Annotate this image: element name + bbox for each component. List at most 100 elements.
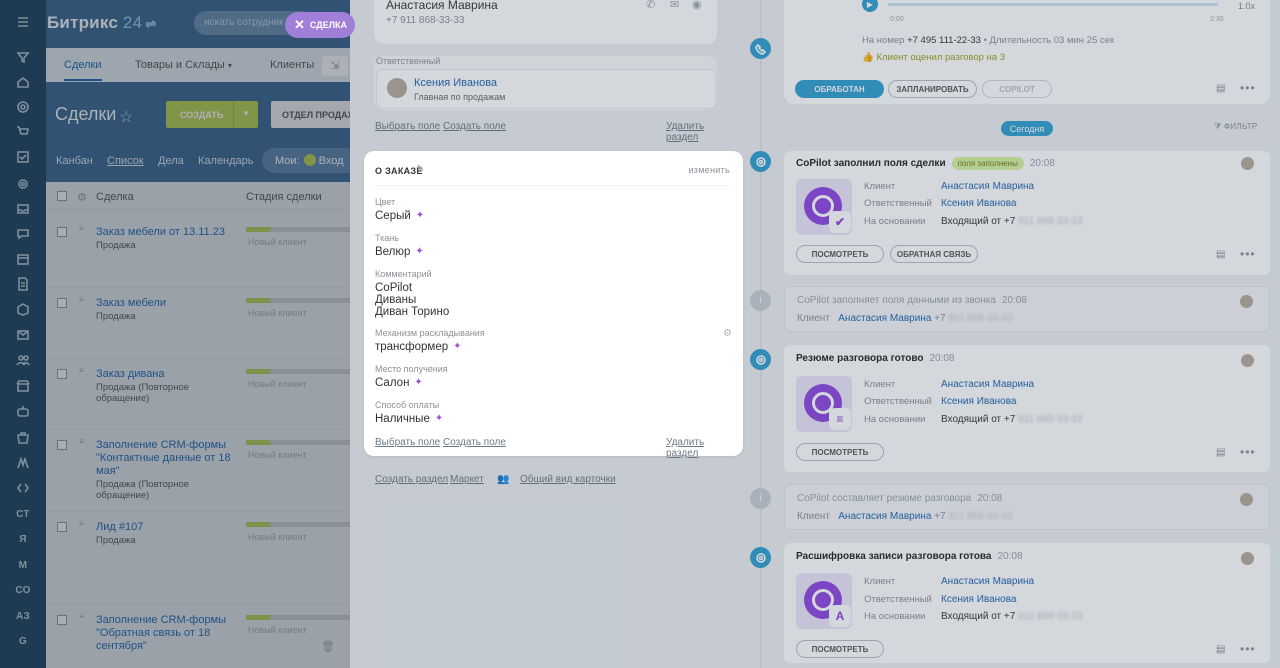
basis-value[interactable]: Входящий от +7 911 868-33-33: [941, 216, 1082, 227]
m-icon[interactable]: [0, 453, 46, 473]
my-filter[interactable]: Мои: Вход: [262, 148, 350, 173]
rail-item-st[interactable]: СТ: [0, 504, 46, 524]
delete-section-link[interactable]: Удалить раздел: [666, 437, 730, 459]
more-icon[interactable]: •••: [1240, 81, 1256, 95]
menu-icon[interactable]: [0, 12, 46, 32]
stage-bar[interactable]: [246, 440, 350, 445]
deal-title[interactable]: Заполнение CRM-формы "Обратная связь от …: [96, 614, 226, 652]
col-deal[interactable]: Сделка: [96, 191, 134, 203]
gear-icon[interactable]: [0, 174, 46, 194]
deal-title[interactable]: Лид #107: [96, 521, 143, 533]
table-row[interactable]: ≡ Заказ дивана Продажа (Повторное обращени…: [46, 359, 350, 430]
users-icon[interactable]: [0, 350, 46, 370]
table-row[interactable]: ≡ Заказ мебели от 13.11.23 Продажа Новый кл…: [46, 217, 350, 288]
market-link[interactable]: Маркет: [450, 474, 484, 485]
note-icon[interactable]: ▤: [1216, 644, 1225, 655]
select-field-link[interactable]: Выбрать поле: [375, 121, 440, 132]
deal-title[interactable]: Заказ мебели: [96, 297, 166, 309]
speed-toggle[interactable]: 1.0x: [1238, 1, 1255, 11]
view-button[interactable]: ПОСМОТРЕТЬ: [796, 640, 884, 658]
more-icon[interactable]: •••: [1240, 642, 1256, 656]
note-icon[interactable]: ▤: [1216, 83, 1225, 94]
cart-icon[interactable]: [0, 122, 46, 142]
nav-deals[interactable]: Сделки: [64, 59, 102, 81]
row-menu-icon[interactable]: ≡: [79, 613, 88, 624]
rail-item-ya[interactable]: Я: [0, 529, 46, 549]
rail-item-so[interactable]: СО: [0, 580, 46, 600]
deal-title[interactable]: Заказ мебели от 13.11.23: [96, 226, 225, 238]
row-menu-icon[interactable]: ≡: [79, 225, 88, 236]
code-icon[interactable]: [0, 478, 46, 498]
view-button[interactable]: ПОСМОТРЕТЬ: [796, 443, 884, 461]
col-stage[interactable]: Стадия сделки: [246, 191, 322, 203]
feedback-button[interactable]: ОБРАТНАЯ СВЯЗЬ: [890, 245, 978, 263]
table-row[interactable]: ≡ Заказ мебели Продажа Новый клиент: [46, 288, 350, 359]
avatar[interactable]: [387, 78, 407, 98]
play-button[interactable]: ▶: [862, 0, 878, 12]
responsible-name[interactable]: Ксения Иванова: [414, 77, 497, 89]
processed-button[interactable]: ОБРАБОТАН: [795, 80, 884, 98]
create-section-link[interactable]: Создать раздел: [375, 474, 448, 485]
view-activities[interactable]: Дела: [158, 155, 184, 167]
gear-icon[interactable]: ⚙: [723, 328, 732, 339]
view-button[interactable]: ПОСМОТРЕТЬ: [796, 245, 884, 263]
create-field-link[interactable]: Создать поле: [443, 437, 506, 448]
home-icon[interactable]: [0, 72, 46, 92]
field-payment[interactable]: Способ оплаты Наличные ✦: [375, 400, 443, 425]
pencil-icon[interactable]: ✎: [416, 164, 424, 175]
dropdown-arrow-icon[interactable]: ▼: [242, 109, 250, 118]
rail-item-az[interactable]: АЗ: [0, 606, 46, 626]
plan-button[interactable]: ЗАПЛАНИРОВАТЬ: [888, 80, 977, 98]
deal-title[interactable]: Заказ дивана: [96, 368, 165, 380]
client-link[interactable]: Анастасия Маврина: [941, 379, 1034, 390]
responsible-link[interactable]: Ксения Иванова: [941, 594, 1016, 605]
contact-phone[interactable]: +7 911 868-33-33: [386, 15, 465, 26]
note-icon[interactable]: ▤: [1216, 249, 1225, 260]
row-checkbox[interactable]: [57, 227, 67, 237]
field-pickup[interactable]: Место получения Салон ✦: [375, 364, 448, 389]
stage-bar[interactable]: [246, 227, 350, 232]
client-link[interactable]: Анастасия Маврина: [941, 576, 1034, 587]
select-all-checkbox[interactable]: [57, 191, 67, 201]
avatar[interactable]: [1240, 295, 1253, 308]
close-slider-button[interactable]: ✕ СДЕЛКА: [285, 12, 355, 38]
nav-clients[interactable]: Клиенты: [270, 59, 314, 71]
row-menu-icon[interactable]: ≡: [79, 367, 88, 378]
row-menu-icon[interactable]: ≡: [79, 520, 88, 531]
filter-icon[interactable]: [0, 47, 46, 67]
trash-icon[interactable]: 🗑: [321, 640, 335, 653]
contact-name[interactable]: Анастасия Маврина: [386, 0, 498, 12]
store-icon[interactable]: [0, 376, 46, 396]
sales-dept-button[interactable]: ОТДЕЛ ПРОДАЖ: [271, 101, 350, 128]
delete-section-link[interactable]: Удалить раздел: [666, 121, 730, 143]
nav-goods[interactable]: Товары и Склады ▾: [135, 59, 232, 71]
avatar[interactable]: [1241, 552, 1254, 565]
stage-bar[interactable]: [246, 615, 350, 620]
phone-icon[interactable]: ✆: [646, 0, 655, 11]
star-icon[interactable]: ☆: [119, 107, 133, 127]
row-checkbox[interactable]: [57, 522, 67, 532]
target-icon[interactable]: [0, 97, 46, 117]
basis-value[interactable]: Входящий от +7 911 868-33-33: [941, 414, 1082, 425]
calendar-icon[interactable]: [0, 249, 46, 269]
rail-item-m[interactable]: М: [0, 555, 46, 575]
table-row[interactable]: ≡ Заполнение CRM-формы "Обратная связь от…: [46, 605, 350, 668]
avatar[interactable]: [1241, 157, 1254, 170]
table-row[interactable]: ≡ Лид #107 Продажа Новый клиент: [46, 512, 350, 605]
responsible-link[interactable]: Ксения Иванова: [941, 198, 1016, 209]
field-color[interactable]: Цвет Серый ✦: [375, 197, 424, 222]
select-field-link[interactable]: Выбрать поле: [375, 437, 440, 448]
deal-title[interactable]: Заполнение CRM-формы "Контактные данные …: [96, 439, 231, 477]
stage-bar[interactable]: [246, 369, 350, 374]
avatar[interactable]: [1241, 354, 1254, 367]
change-button[interactable]: изменить: [688, 165, 730, 175]
more-icon[interactable]: •••: [1240, 247, 1256, 261]
row-menu-icon[interactable]: ≡: [79, 296, 88, 307]
more-icon[interactable]: •••: [1240, 445, 1256, 459]
inbox-icon[interactable]: [0, 199, 46, 219]
grid-settings-icon[interactable]: ⚙: [77, 191, 87, 204]
row-menu-icon[interactable]: ≡: [79, 438, 88, 449]
doc-icon[interactable]: [0, 274, 46, 294]
envelope-icon[interactable]: ✉: [670, 0, 679, 11]
row-checkbox[interactable]: [57, 440, 67, 450]
